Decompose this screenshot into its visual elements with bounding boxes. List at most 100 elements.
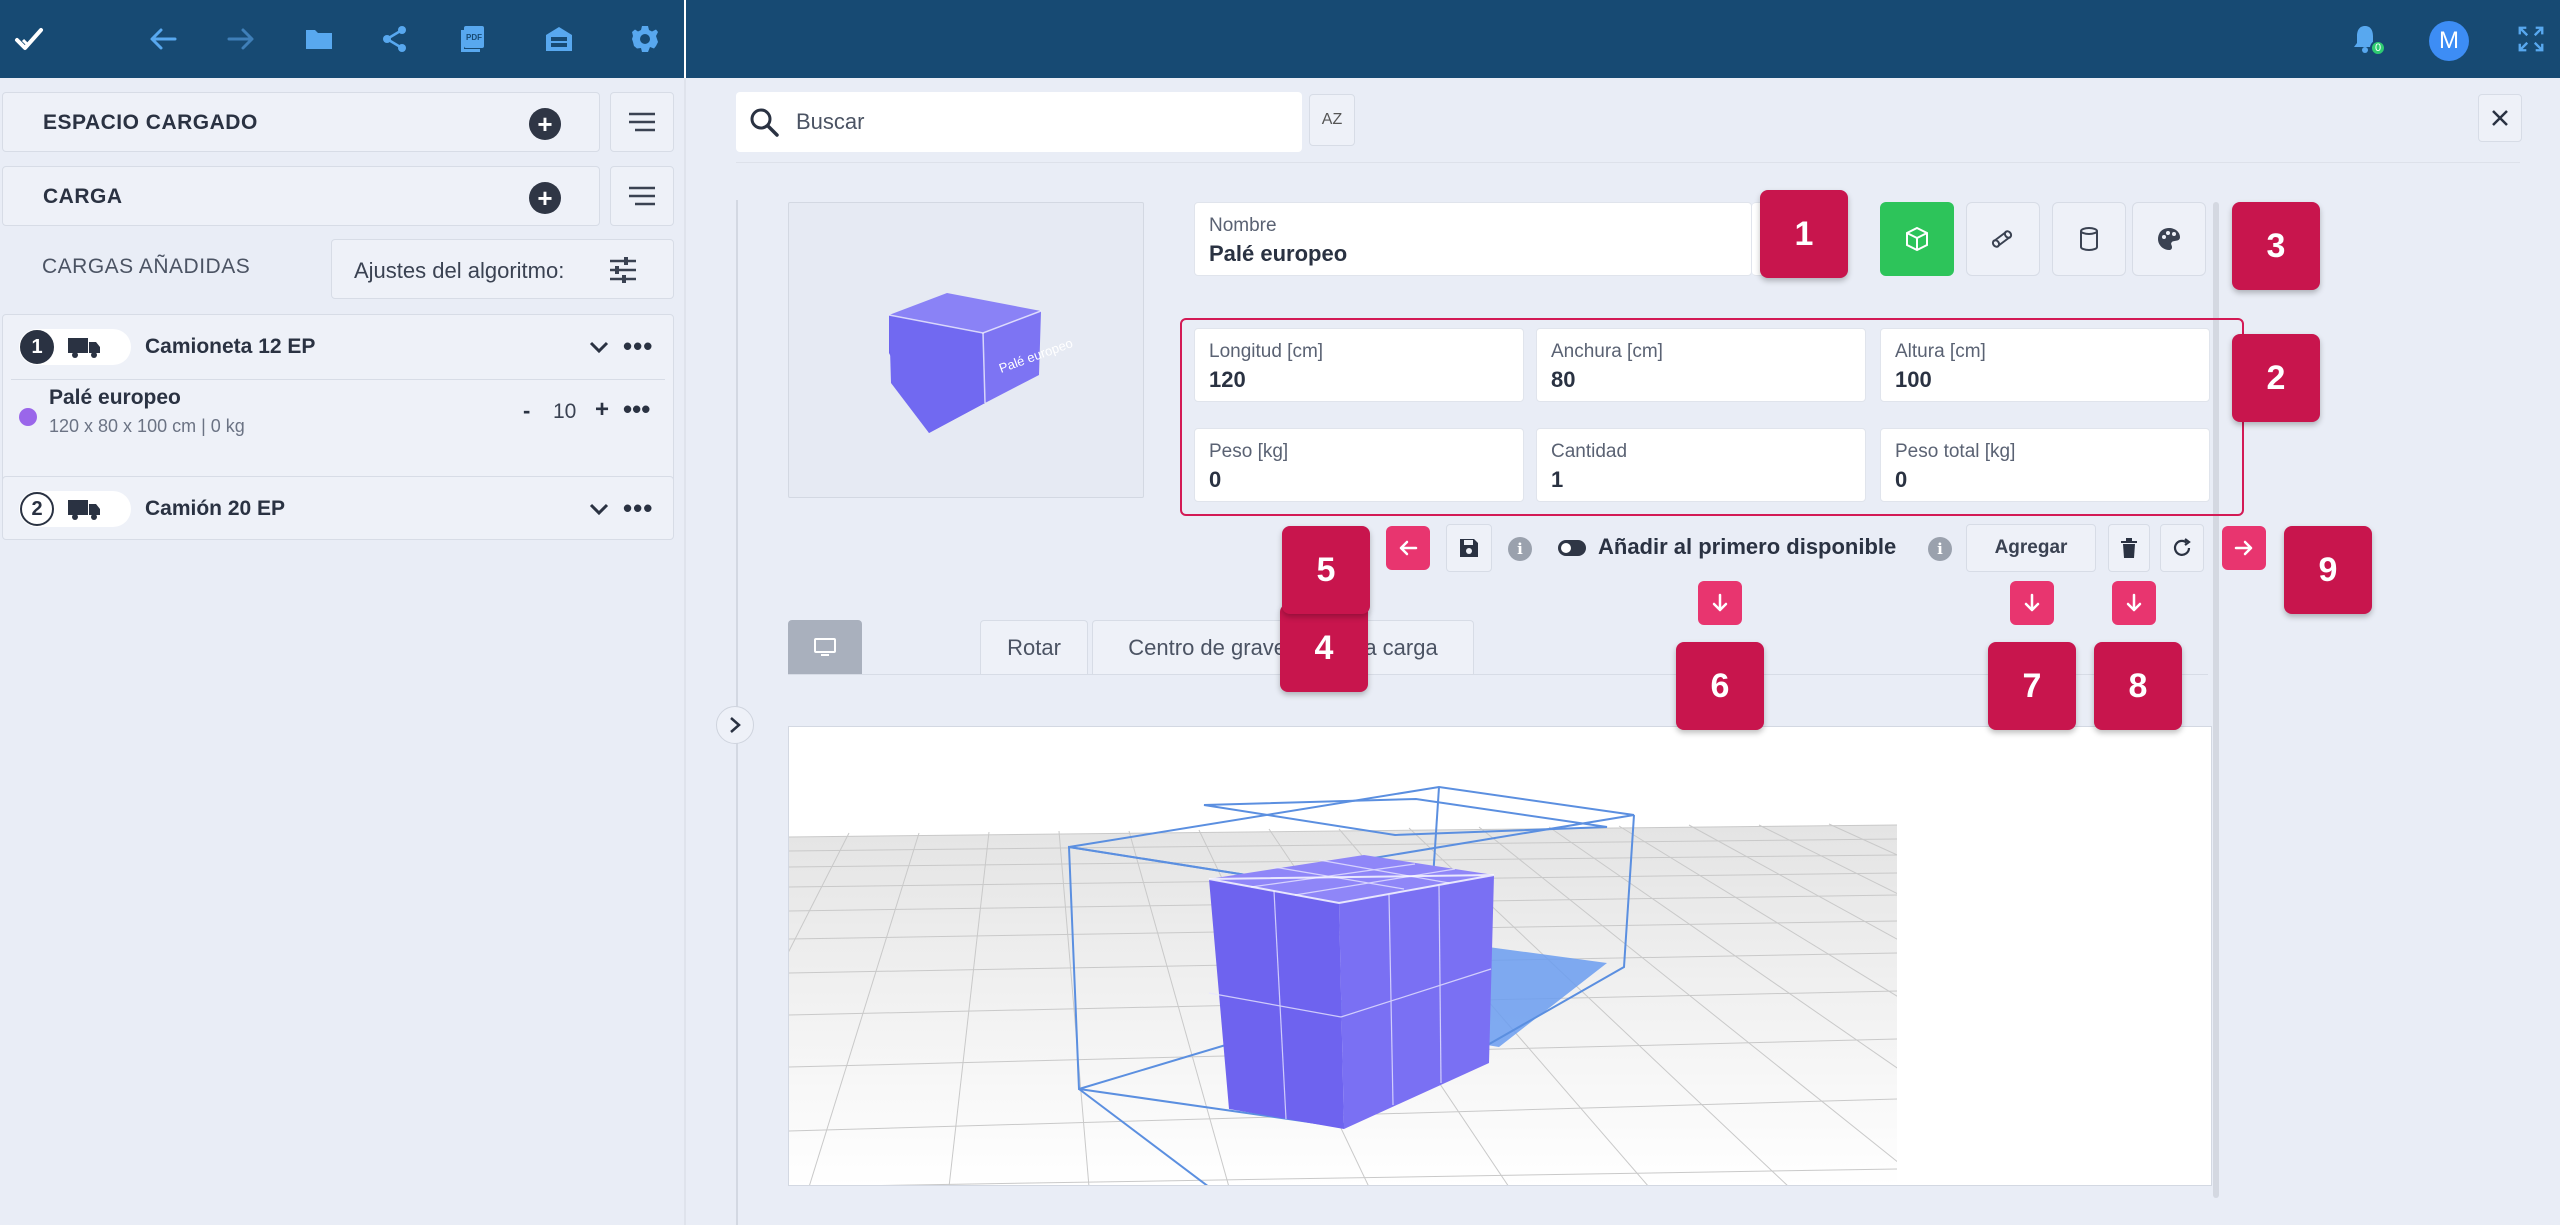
cantidad-value[interactable]: 1 <box>1551 467 1563 493</box>
anchura-field[interactable]: Anchura [cm] 80 <box>1536 328 1866 402</box>
espacio-cargado-section[interactable]: ESPACIO CARGADO + <box>2 92 600 152</box>
back-arrow-icon[interactable] <box>142 18 184 60</box>
gear-icon[interactable] <box>624 18 666 60</box>
peso-total-label: Peso total [kg] <box>1895 441 2016 462</box>
hint-down-button[interactable] <box>1698 581 1742 625</box>
chevron-down-icon[interactable] <box>587 497 611 521</box>
box-shape-icon <box>1906 226 1928 252</box>
share-icon[interactable] <box>374 18 416 60</box>
cargo-more-button[interactable]: ••• <box>623 394 650 425</box>
anchura-value[interactable]: 80 <box>1551 367 1575 393</box>
first-available-toggle[interactable] <box>1558 540 1586 556</box>
peso-total-field[interactable]: Peso total [kg] 0 <box>1880 428 2210 502</box>
step-badge-5: 5 <box>1282 526 1370 614</box>
step-badge-8: 8 <box>2094 642 2182 730</box>
cargo-item[interactable]: Palé europeo 120 x 80 x 100 cm | 0 kg - … <box>11 379 665 443</box>
nombre-value[interactable]: Palé europeo <box>1209 241 1347 267</box>
vehicle-card-2[interactable]: 2 Camión 20 EP ••• <box>2 476 674 540</box>
pdf-icon[interactable]: PDF <box>452 18 494 60</box>
cylinder-shape-button[interactable] <box>2052 202 2126 276</box>
longitud-value[interactable]: 120 <box>1209 367 1246 393</box>
cantidad-field[interactable]: Cantidad 1 <box>1536 428 1866 502</box>
vehicle-pill: 1 <box>19 329 131 365</box>
espacio-menu-button[interactable] <box>610 92 674 152</box>
step-badge-4: 4 <box>1280 604 1368 692</box>
hint-down-button[interactable] <box>2010 581 2054 625</box>
altura-value[interactable]: 100 <box>1895 367 1932 393</box>
info-icon[interactable]: i <box>1508 537 1532 561</box>
tab-view[interactable] <box>788 620 862 674</box>
main-panel: AZ Palé europeo Nombre Palé europeo <box>688 78 2560 1225</box>
box-shape-button[interactable] <box>1880 202 1954 276</box>
roll-shape-button[interactable] <box>1966 202 2040 276</box>
top-bar-left: PDF <box>0 0 686 78</box>
step-badge-3: 3 <box>2232 202 2320 290</box>
monitor-icon <box>814 638 836 656</box>
tab-rotar[interactable]: Rotar <box>980 620 1088 674</box>
close-button[interactable] <box>2478 94 2522 142</box>
peso-field[interactable]: Peso [kg] 0 <box>1194 428 1524 502</box>
search-input[interactable] <box>796 104 1276 140</box>
agregar-label: Agregar <box>1994 537 2068 558</box>
peso-total-value: 0 <box>1895 467 1908 492</box>
step-badge-9: 9 <box>2284 526 2372 614</box>
qty-plus-button[interactable]: + <box>595 396 609 424</box>
longitud-field[interactable]: Longitud [cm] 120 <box>1194 328 1524 402</box>
arrow-down-icon <box>1712 593 1728 612</box>
fullscreen-icon[interactable] <box>2510 18 2552 60</box>
avatar[interactable]: M <box>2429 21 2469 61</box>
sort-az-button[interactable]: AZ <box>1309 94 1355 146</box>
carga-menu-button[interactable] <box>610 166 674 226</box>
vehicle-more-button[interactable]: ••• <box>623 493 653 524</box>
hint-down-button[interactable] <box>2112 581 2156 625</box>
sidebar: ESPACIO CARGADO + CARGA + CARGAS AÑADIDA… <box>0 78 686 1225</box>
cargo-preview: Palé europeo <box>788 202 1144 498</box>
algorithm-settings-button[interactable]: Ajustes del algoritmo: <box>331 239 674 299</box>
arrow-down-icon <box>2024 593 2040 612</box>
chevron-down-icon[interactable] <box>587 335 611 359</box>
arrow-down-icon <box>2126 593 2142 612</box>
cargo-dims: 120 x 80 x 100 cm | 0 kg <box>49 416 245 436</box>
step-badge-7: 7 <box>1988 642 2076 730</box>
altura-label: Altura [cm] <box>1895 341 1986 362</box>
qty-value: 10 <box>553 400 577 423</box>
altura-field[interactable]: Altura [cm] 100 <box>1880 328 2210 402</box>
carga-section[interactable]: CARGA + <box>2 166 600 226</box>
box-3d-preview: Palé europeo <box>888 293 1075 433</box>
vehicle-more-button[interactable]: ••• <box>623 331 653 362</box>
vehicle-header-1[interactable]: 1 Camioneta 12 EP ••• <box>3 315 673 379</box>
warehouse-icon[interactable] <box>538 18 580 60</box>
nombre-field[interactable]: Nombre Palé europeo <box>1194 202 1752 276</box>
info-icon[interactable]: i <box>1928 537 1952 561</box>
folder-icon[interactable] <box>298 18 340 60</box>
check-icon[interactable] <box>8 18 50 60</box>
previous-button[interactable] <box>1386 526 1430 570</box>
color-palette-button[interactable] <box>2132 202 2206 276</box>
peso-value[interactable]: 0 <box>1209 467 1221 493</box>
search-box[interactable] <box>736 92 1302 152</box>
refresh-icon <box>2173 538 2191 556</box>
3d-viewport[interactable] <box>788 726 2212 1186</box>
save-button[interactable] <box>1446 524 1492 572</box>
delete-button[interactable] <box>2108 524 2150 572</box>
chevron-right-icon <box>730 717 741 733</box>
refresh-button[interactable] <box>2160 524 2204 572</box>
anchura-label: Anchura [cm] <box>1551 341 1663 362</box>
roll-shape-icon <box>1991 230 2013 248</box>
first-available-label: Añadir al primero disponible <box>1598 534 1897 559</box>
expand-panel-button[interactable] <box>716 706 754 744</box>
truck-icon <box>68 500 100 520</box>
qty-minus-button[interactable]: - <box>523 398 530 424</box>
agregar-button[interactable]: Agregar <box>1966 524 2096 572</box>
svg-text:PDF: PDF <box>466 33 482 42</box>
nombre-label: Nombre <box>1209 215 1277 236</box>
forward-arrow-icon[interactable] <box>220 18 262 60</box>
vehicle-name: Camioneta 12 EP <box>145 335 316 358</box>
step-badge-2: 2 <box>2232 334 2320 422</box>
3d-scene[interactable] <box>789 727 2212 1186</box>
vehicle-header-2[interactable]: 2 Camión 20 EP ••• <box>3 477 673 541</box>
next-button[interactable] <box>2222 526 2266 570</box>
add-carga-button[interactable]: + <box>529 182 561 214</box>
trash-icon <box>2121 538 2137 558</box>
add-espacio-button[interactable]: + <box>529 108 561 140</box>
